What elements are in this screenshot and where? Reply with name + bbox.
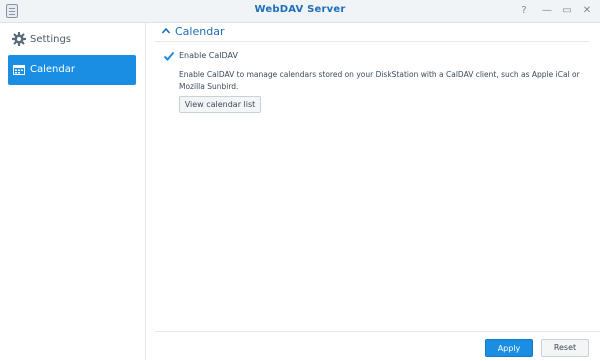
main-panel: Calendar Enable CalDAV Enable CalDAV to … <box>155 23 590 330</box>
sidebar-item-label: Calendar <box>30 64 75 75</box>
view-calendar-list-button[interactable]: View calendar list <box>179 96 261 113</box>
gear-icon <box>12 32 26 46</box>
caldav-description: Enable CalDAV to manage calendars stored… <box>179 70 580 91</box>
chevron-up-icon[interactable] <box>161 26 171 36</box>
enable-caldav-label[interactable]: Enable CalDAV <box>179 51 238 60</box>
section-header: Calendar <box>155 23 590 42</box>
minimize-icon[interactable]: — <box>540 3 554 18</box>
sidebar: Settings Calendar <box>0 23 146 360</box>
maximize-icon[interactable]: ▭ <box>560 3 574 18</box>
sidebar-item-settings[interactable]: Settings <box>8 25 136 55</box>
title-bar: WebDAV Server ? — ▭ ✕ <box>0 0 600 23</box>
section-title: Calendar <box>175 25 225 38</box>
help-icon[interactable]: ? <box>517 3 531 18</box>
sidebar-item-calendar[interactable]: Calendar <box>8 55 136 85</box>
sidebar-item-label: Settings <box>30 34 72 45</box>
footer-bar: Apply Reset <box>155 331 600 361</box>
enable-caldav-checkbox[interactable] <box>163 50 175 62</box>
calendar-icon <box>13 65 25 75</box>
reset-button[interactable]: Reset <box>541 339 589 357</box>
apply-button[interactable]: Apply <box>485 339 533 357</box>
close-icon[interactable]: ✕ <box>580 3 594 18</box>
window-title: WebDAV Server <box>254 4 346 15</box>
